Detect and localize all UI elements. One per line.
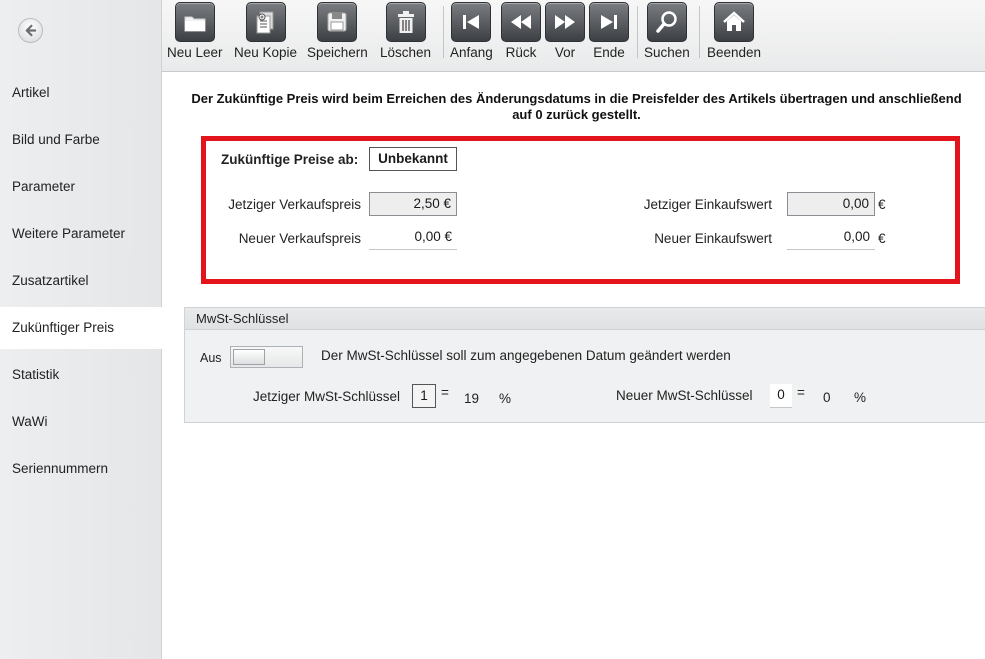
sidebar-item-label: Statistik (12, 367, 60, 382)
equals-sign: = (797, 385, 805, 400)
sidebar-item-zukuenftiger-preis[interactable]: Zukünftiger Preis (0, 307, 162, 349)
new-copy-label: Neu Kopie (234, 45, 298, 60)
arrow-left-icon (25, 24, 37, 37)
sidebar-item-label: Zusatzartikel (12, 273, 89, 288)
percent-sign: % (854, 390, 867, 405)
toolbar-separator (699, 6, 700, 58)
info-text: Der Zukünftige Preis wird beim Erreichen… (168, 91, 985, 123)
previous-button[interactable]: Rück (501, 2, 541, 60)
delete-button[interactable]: Löschen (380, 2, 431, 60)
current-vat-key-label: Jetziger MwSt-Schlüssel (253, 389, 401, 404)
next-icon (545, 2, 585, 42)
info-line-1: Der Zukünftige Preis wird beim Erreichen… (191, 91, 962, 106)
equals-sign: = (441, 385, 449, 400)
vat-key-panel-title: MwSt-Schlüssel (185, 308, 985, 330)
new-purchase-value-label: Neuer Einkaufswert (654, 231, 772, 246)
currency-symbol: € (878, 197, 886, 212)
last-record-button[interactable]: Ende (589, 2, 629, 60)
copy-document-icon (245, 2, 286, 42)
toggle-knob[interactable] (233, 349, 265, 365)
sidebar-item-label: Seriennummern (12, 461, 109, 476)
percent-sign: % (499, 391, 512, 406)
save-button[interactable]: Speichern (307, 2, 368, 60)
future-prices-from-label: Zukünftige Preise ab: (221, 152, 359, 167)
new-vat-key-label: Neuer MwSt-Schlüssel (616, 388, 753, 403)
save-label: Speichern (307, 45, 368, 60)
previous-icon (501, 2, 541, 42)
sidebar-item-statistik[interactable]: Statistik (0, 354, 162, 396)
search-label: Suchen (644, 45, 690, 60)
next-label: Vor (554, 45, 576, 60)
delete-label: Löschen (380, 45, 432, 60)
new-purchase-value-field[interactable]: 0,00 (787, 226, 875, 250)
last-record-icon (589, 2, 629, 42)
info-line-2: auf 0 zurück gestellt. (512, 107, 641, 122)
next-button[interactable]: Vor (545, 2, 585, 60)
current-vat-key-field: 1 (412, 384, 436, 408)
vat-key-panel: MwSt-Schlüssel Aus Der MwSt-Schlüssel so… (184, 307, 985, 423)
sidebar-item-label: Weitere Parameter (12, 226, 126, 241)
new-copy-button[interactable]: Neu Kopie (234, 2, 297, 60)
exit-label: Beenden (707, 45, 762, 60)
toolbar-separator (637, 6, 638, 58)
current-purchase-value-field: 0,00 (787, 192, 875, 216)
first-record-label: Anfang (450, 45, 493, 60)
new-sale-price-field[interactable]: 0,00 € (369, 226, 457, 250)
sidebar-item-weitere-parameter[interactable]: Weitere Parameter (0, 213, 162, 255)
trash-icon (385, 2, 426, 42)
magnifier-icon (646, 2, 687, 42)
home-icon (714, 2, 755, 42)
sidebar-item-artikel[interactable]: Artikel (0, 72, 162, 114)
current-sale-price-label: Jetziger Verkaufspreis (228, 197, 361, 212)
back-button[interactable] (18, 18, 43, 43)
first-record-button[interactable]: Anfang (450, 2, 493, 60)
search-button[interactable]: Suchen (644, 2, 690, 60)
toggle-state-label: Aus (200, 351, 222, 365)
floppy-disk-icon (317, 2, 358, 42)
new-empty-button[interactable]: Neu Leer (167, 2, 223, 60)
sidebar-item-label: WaWi (12, 414, 48, 429)
new-vat-key-field[interactable]: 0 (770, 384, 792, 408)
exit-button[interactable]: Beenden (707, 2, 761, 60)
toolbar-separator (443, 6, 444, 58)
last-record-label: Ende (593, 45, 625, 60)
new-vat-rate: 0 (823, 390, 831, 405)
sidebar-item-seriennummern[interactable]: Seriennummern (0, 448, 162, 490)
previous-label: Rück (505, 45, 537, 60)
sidebar-item-wawi[interactable]: WaWi (0, 401, 162, 443)
sidebar-item-label: Artikel (12, 85, 50, 100)
sidebar-item-label: Bild und Farbe (12, 132, 100, 147)
folder-icon (174, 2, 215, 42)
currency-symbol: € (878, 231, 886, 246)
new-sale-price-label: Neuer Verkaufspreis (238, 231, 361, 246)
toolbar: Neu Leer Neu Kopie Speichern Löschen Anf… (162, 0, 985, 72)
sidebar-item-parameter[interactable]: Parameter (0, 166, 162, 208)
sidebar-item-label: Parameter (12, 179, 76, 194)
current-vat-rate: 19 (464, 391, 480, 406)
sidebar: Artikel Bild und Farbe Parameter Weitere… (0, 0, 162, 659)
vat-change-toggle[interactable] (230, 346, 303, 368)
sidebar-item-zusatzartikel[interactable]: Zusatzartikel (0, 260, 162, 302)
sidebar-item-label: Zukünftiger Preis (12, 320, 115, 335)
current-sale-price-field: 2,50 € (369, 192, 457, 216)
future-prices-from-field[interactable]: Unbekannt (369, 147, 457, 171)
vat-change-description: Der MwSt-Schlüssel soll zum angegebenen … (321, 348, 731, 363)
sidebar-item-bild-und-farbe[interactable]: Bild und Farbe (0, 119, 162, 161)
new-empty-label: Neu Leer (167, 45, 223, 60)
first-record-icon (451, 2, 492, 42)
current-purchase-value-label: Jetziger Einkaufswert (643, 197, 772, 212)
